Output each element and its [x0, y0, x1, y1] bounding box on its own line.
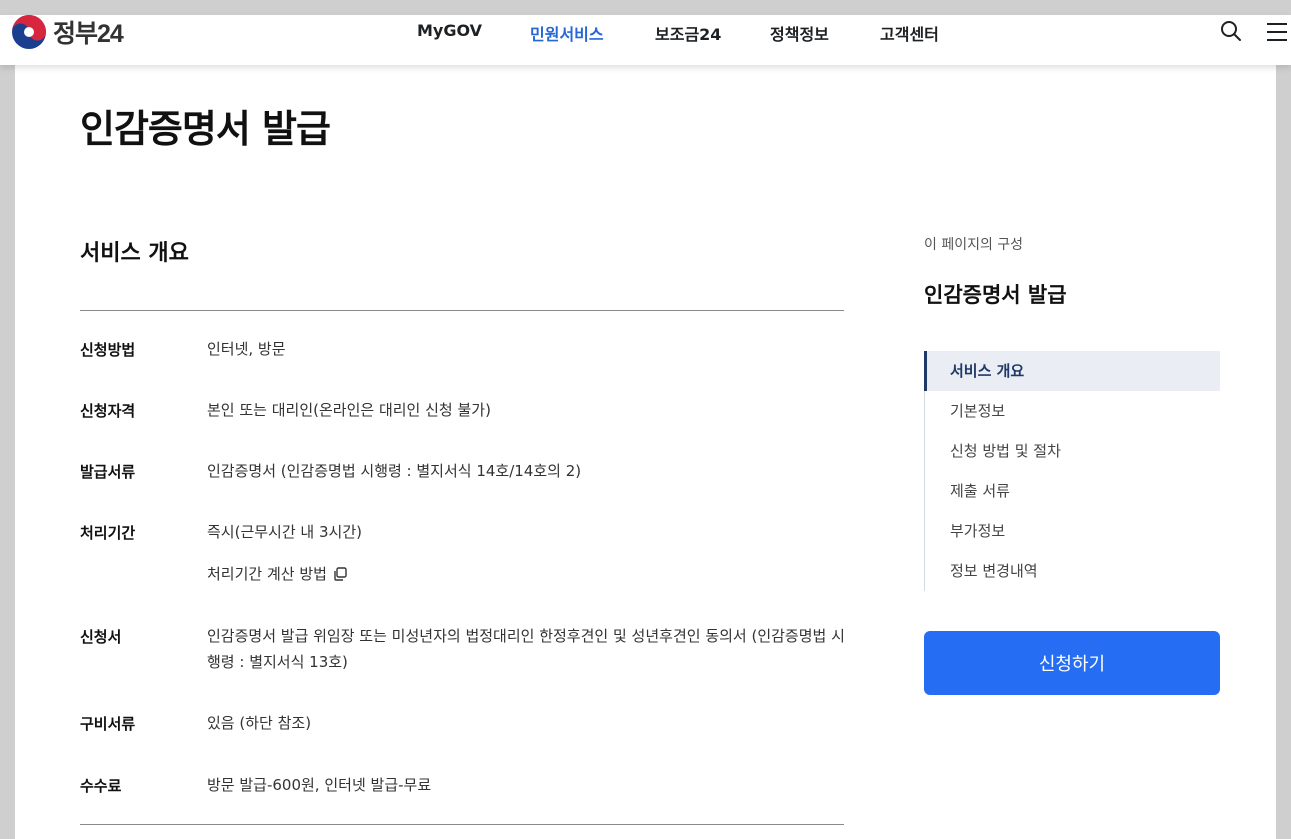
row-label-processing-time: 처리기간 — [80, 524, 136, 542]
row-label-required-documents: 구비서류 — [80, 715, 136, 733]
divider — [80, 310, 844, 311]
processing-time-calc-label: 처리기간 계산 방법 — [207, 565, 327, 583]
processing-time-calc-link[interactable]: 처리기간 계산 방법 — [207, 563, 348, 584]
row-value-application-form: 인감증명서 발급 위임장 또는 미성년자의 법정대리인 한정후견인 및 성년후견… — [207, 627, 845, 671]
row-value-required-documents: 있음 (하단 참조) — [207, 714, 312, 732]
row-label-apply-method: 신청방법 — [80, 341, 136, 359]
main-nav: MyGOV 민원서비스 보조금24 정책정보 고객센터 — [0, 15, 1291, 47]
toc-item-apply-procedure[interactable]: 신청 방법 및 절차 — [925, 431, 1220, 471]
menu-icon[interactable] — [1266, 22, 1288, 46]
toc-item-service-overview[interactable]: 서비스 개요 — [924, 351, 1220, 391]
search-icon[interactable] — [1220, 20, 1242, 46]
row-value-fee: 방문 발급-600원, 인터넷 발급-무료 — [207, 776, 432, 794]
nav-item-subsidy24[interactable]: 보조금24 — [655, 21, 721, 45]
toc-item-additional-info[interactable]: 부가정보 — [925, 511, 1220, 551]
toc-nav: 서비스 개요 기본정보 신청 방법 및 절차 제출 서류 부가정보 정보 변경내… — [924, 351, 1220, 591]
nav-item-customer-center[interactable]: 고객센터 — [880, 21, 939, 45]
window-top-strip — [0, 0, 1291, 15]
toc-caption: 이 페이지의 구성 — [924, 237, 1024, 253]
apply-button[interactable]: 신청하기 — [924, 631, 1220, 695]
nav-item-mygov[interactable]: MyGOV — [417, 21, 482, 40]
row-label-application-form: 신청서 — [80, 628, 122, 646]
divider — [80, 824, 844, 825]
nav-item-policy-info[interactable]: 정책정보 — [770, 21, 829, 45]
copy-icon — [334, 566, 347, 581]
toc-item-change-history[interactable]: 정보 변경내역 — [925, 551, 1220, 591]
nav-item-civil-services[interactable]: 민원서비스 — [530, 21, 604, 45]
row-value-processing-time: 즉시(근무시간 내 3시간) — [207, 523, 362, 541]
page-title: 인감증명서 발급 — [80, 107, 331, 151]
row-label-fee: 수수료 — [80, 777, 122, 795]
section-title-overview: 서비스 개요 — [80, 241, 189, 266]
toc-item-submit-documents[interactable]: 제출 서류 — [925, 471, 1220, 511]
row-value-eligibility: 본인 또는 대리인(온라인은 대리인 신청 불가) — [207, 401, 491, 419]
row-label-eligibility: 신청자격 — [80, 402, 136, 420]
row-value-apply-method: 인터넷, 방문 — [207, 340, 286, 358]
toc-item-basic-info[interactable]: 기본정보 — [925, 391, 1220, 431]
row-value-issued-document: 인감증명서 (인감증명법 시행령 : 별지서식 14호/14호의 2) — [207, 462, 582, 480]
row-label-issued-document: 발급서류 — [80, 463, 136, 481]
toc-title: 인감증명서 발급 — [924, 283, 1067, 307]
site-header: 정부24 MyGOV 민원서비스 보조금24 정책정보 고객센터 — [0, 15, 1291, 65]
